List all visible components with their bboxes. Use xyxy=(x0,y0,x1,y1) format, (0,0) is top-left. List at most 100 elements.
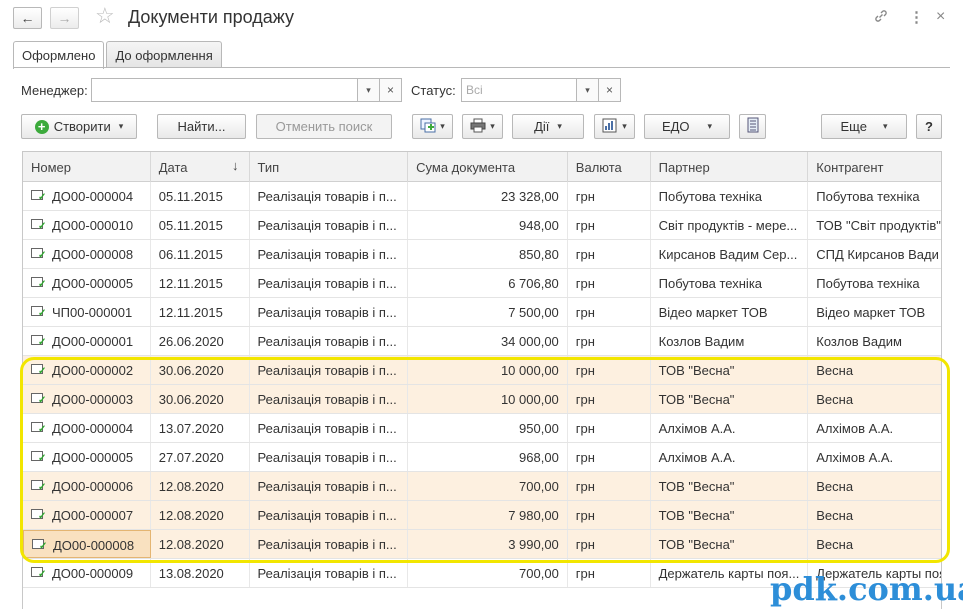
cell-type: Реалізація товарів і п... xyxy=(250,501,409,529)
column-header-sum[interactable]: Сума документа xyxy=(408,152,568,182)
cell-contractor: Весна xyxy=(816,537,854,552)
tab-divider xyxy=(13,67,950,68)
chevron-down-icon[interactable]: ▾ xyxy=(576,79,598,101)
report-icon xyxy=(602,118,618,136)
cell-number-text: ДО00-000004 xyxy=(52,189,134,204)
help-button[interactable]: ? xyxy=(916,114,942,139)
posted-document-icon: ✓ xyxy=(31,509,46,522)
column-header-number[interactable]: Номер xyxy=(23,152,151,182)
create-based-on-button[interactable]: ▾ xyxy=(412,114,453,139)
table-row[interactable]: ✓ ДО00-000004 05.11.2015 Реалізація товарів… xyxy=(23,182,941,211)
more-menu-icon[interactable]: ⋮ xyxy=(909,8,924,26)
find-button[interactable]: Найти... xyxy=(157,114,246,139)
column-header-partner[interactable]: Партнер xyxy=(651,152,809,182)
cell-number: ✓ ДО00-000004 xyxy=(23,414,151,442)
cell-partner: ТОВ "Весна" xyxy=(651,530,809,558)
cell-type: Реалізація товарів і п... xyxy=(250,327,409,355)
actions-button[interactable]: Дії ▾ xyxy=(512,114,584,139)
cell-sum: 7 500,00 xyxy=(408,298,568,326)
link-icon[interactable] xyxy=(873,8,889,28)
document-list-button[interactable] xyxy=(739,114,766,139)
forward-button[interactable]: → xyxy=(50,7,79,29)
cell-partner: ТОВ "Весна" xyxy=(651,472,809,500)
cell-number: ✓ ДО00-000005 xyxy=(23,443,151,471)
cell-sum: 6 706,80 xyxy=(408,269,568,297)
table-row[interactable]: ✓ ДО00-000001 26.06.2020 Реалізація товарів… xyxy=(23,327,941,356)
table-row[interactable]: ✓ ДО00-000006 12.08.2020 Реалізація товарів… xyxy=(23,472,941,501)
cell-date: 30.06.2020 xyxy=(151,385,250,413)
arrow-right-icon: → xyxy=(57,10,72,26)
table-row[interactable]: ✓ ДО00-000004 13.07.2020 Реалізація товарів… xyxy=(23,414,941,443)
cell-currency: грн xyxy=(568,298,651,326)
posted-document-icon: ✓ xyxy=(32,539,47,552)
manager-input[interactable] xyxy=(92,79,357,101)
column-header-date[interactable]: Дата ↓ xyxy=(151,152,250,182)
column-header-type[interactable]: Тип xyxy=(250,152,409,182)
cancel-search-button[interactable]: Отменить поиск xyxy=(256,114,392,139)
table-row[interactable]: ✓ ДО00-000008 12.08.2020 Реалізація товарів… xyxy=(23,530,941,559)
cell-partner: Козлов Вадим xyxy=(651,327,809,355)
create-button[interactable]: + Створити ▾ xyxy=(21,114,137,139)
favorite-star-icon[interactable]: ☆ xyxy=(95,5,115,27)
cell-contractor: Алхімов А.А. xyxy=(816,421,894,436)
table-row[interactable]: ✓ ДО00-000005 12.11.2015 Реалізація товарів… xyxy=(23,269,941,298)
cell-number-text: ЧП00-000001 xyxy=(52,305,133,320)
column-header-date-label: Дата xyxy=(158,160,188,175)
cell-date: 26.06.2020 xyxy=(151,327,250,355)
arrow-left-icon: ← xyxy=(20,10,35,26)
cell-date: 05.11.2015 xyxy=(151,211,250,239)
posted-document-icon: ✓ xyxy=(31,277,46,290)
cell-sum: 850,80 xyxy=(408,240,568,268)
clear-icon[interactable]: × xyxy=(379,79,401,101)
cell-number-text: ДО00-000002 xyxy=(52,363,134,378)
table-row[interactable]: ✓ ЧП00-000001 12.11.2015 Реалізація товарів… xyxy=(23,298,941,327)
more-button[interactable]: Еще ▾ xyxy=(821,114,907,139)
cell-number: ✓ ДО00-000009 xyxy=(23,559,151,587)
table-row[interactable]: ✓ ДО00-000008 06.11.2015 Реалізація товарів… xyxy=(23,240,941,269)
cell-number: ✓ ДО00-000008 xyxy=(23,240,151,268)
cell-number-text: ДО00-000010 xyxy=(52,218,134,233)
edo-button[interactable]: ЕДО ▾ xyxy=(644,114,730,139)
cell-number: ✓ ДО00-000001 xyxy=(23,327,151,355)
posted-document-icon: ✓ xyxy=(31,306,46,319)
cell-sum: 23 328,00 xyxy=(408,182,568,210)
back-button[interactable]: ← xyxy=(13,7,42,29)
status-input[interactable]: Всі xyxy=(462,79,576,101)
cell-currency: грн xyxy=(568,414,651,442)
chevron-down-icon[interactable]: ▾ xyxy=(357,79,379,101)
table-row[interactable]: ✓ ДО00-000007 12.08.2020 Реалізація товарів… xyxy=(23,501,941,530)
cell-contractor: Козлов Вадим xyxy=(816,334,902,349)
cell-type: Реалізація товарів і п... xyxy=(250,182,409,210)
table-row[interactable]: ✓ ДО00-000003 30.06.2020 Реалізація товарів… xyxy=(23,385,941,414)
print-button[interactable]: ▾ xyxy=(462,114,503,139)
table-row[interactable]: ✓ ДО00-000002 30.06.2020 Реалізація товарів… xyxy=(23,356,941,385)
table-row[interactable]: ✓ ДО00-000010 05.11.2015 Реалізація товарів… xyxy=(23,211,941,240)
cell-date: 27.07.2020 xyxy=(151,443,250,471)
cell-date: 12.11.2015 xyxy=(151,298,250,326)
close-icon[interactable]: × xyxy=(936,8,945,26)
column-header-contractor[interactable]: Контрагент xyxy=(808,152,941,182)
posted-document-icon: ✓ xyxy=(31,393,46,406)
reports-button[interactable]: ▾ xyxy=(594,114,635,139)
cell-number-text: ДО00-000008 xyxy=(53,538,135,553)
tab-to-complete[interactable]: До оформлення xyxy=(106,41,222,68)
posted-document-icon: ✓ xyxy=(31,248,46,261)
tab-completed[interactable]: Оформлено xyxy=(13,41,105,69)
cell-contractor: Весна xyxy=(816,479,854,494)
column-header-currency[interactable]: Валюта xyxy=(568,152,651,182)
table-row[interactable]: ✓ ДО00-000005 27.07.2020 Реалізація товарів… xyxy=(23,443,941,472)
watermark: pdk.com.ua xyxy=(770,570,963,608)
cell-type: Реалізація товарів і п... xyxy=(250,414,409,442)
cell-number: ✓ ДО00-000008 xyxy=(23,530,151,558)
clear-icon[interactable]: × xyxy=(598,79,620,101)
chevron-down-icon: ▾ xyxy=(707,121,713,131)
status-field[interactable]: Всі ▾ × xyxy=(461,78,621,102)
cell-number: ✓ ДО00-000006 xyxy=(23,472,151,500)
cell-number: ✓ ДО00-000007 xyxy=(23,501,151,529)
manager-field[interactable]: ▾ × xyxy=(91,78,402,102)
posted-document-icon: ✓ xyxy=(31,335,46,348)
cell-contractor: Весна xyxy=(816,392,854,407)
cell-date: 13.07.2020 xyxy=(151,414,250,442)
list-icon xyxy=(747,117,759,136)
cell-number: ✓ ДО00-000010 xyxy=(23,211,151,239)
